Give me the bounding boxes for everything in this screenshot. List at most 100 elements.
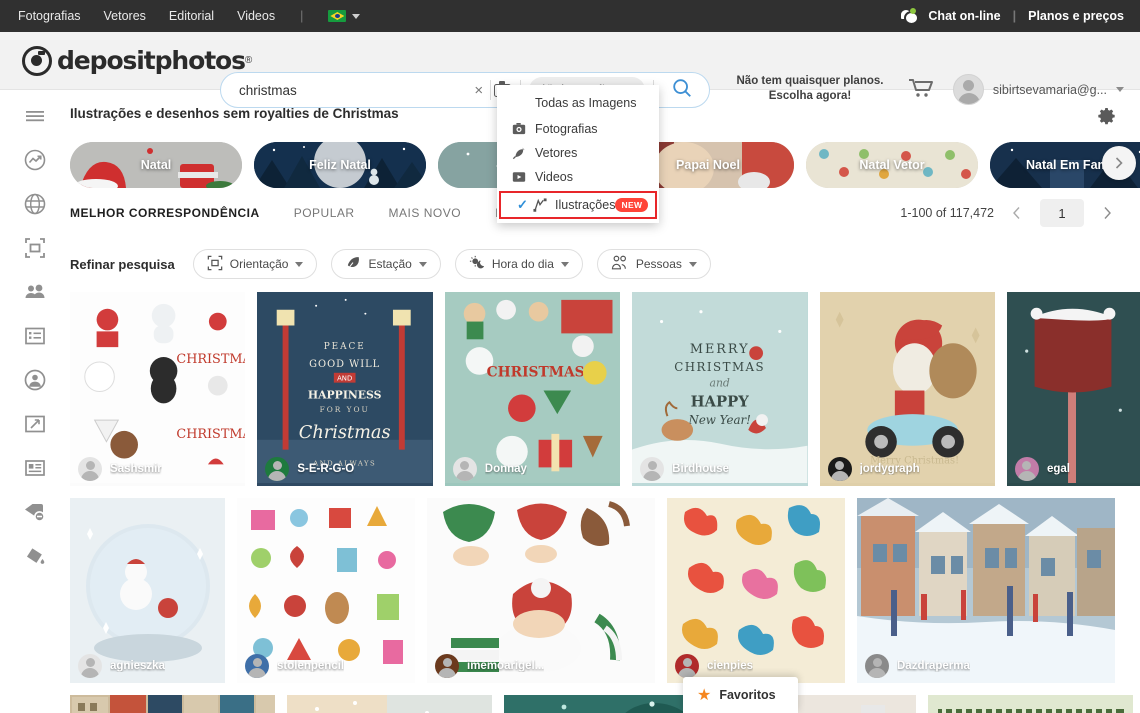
result-card[interactable]: [504, 695, 699, 713]
author-name[interactable]: S-E-R-G-O: [297, 463, 354, 475]
tab-mais-novo[interactable]: Mais novo: [389, 206, 462, 220]
author-name[interactable]: egal: [1047, 463, 1070, 475]
page-number[interactable]: 1: [1040, 199, 1084, 227]
svg-text:MERRY: MERRY: [690, 342, 750, 357]
topnav-vetores[interactable]: Vetores: [104, 9, 146, 23]
menu-item-fotografias[interactable]: Fotografias: [497, 117, 659, 141]
results-grid: CHRISTMAS CHRISTMAS Sashsmir: [70, 292, 1140, 713]
result-card[interactable]: Merry Christmas! jordygraph: [819, 292, 995, 486]
result-card[interactable]: [928, 695, 1133, 713]
next-page-button[interactable]: [1094, 200, 1120, 226]
topnav-fotografias[interactable]: Fotografias: [18, 9, 81, 23]
author-name[interactable]: agnieszka: [110, 660, 165, 672]
avatar: [675, 654, 699, 678]
prev-page-button[interactable]: [1004, 200, 1030, 226]
author-name[interactable]: Donnay: [485, 463, 527, 475]
svg-text:AND: AND: [338, 375, 353, 383]
card-artwork: [287, 695, 492, 713]
result-card[interactable]: egal: [1006, 292, 1140, 486]
refine-search-bar: Refinar pesquisa Orientação Estação Hora…: [70, 242, 711, 286]
tab-popular[interactable]: Popular: [294, 206, 355, 220]
result-card[interactable]: stolenpencil: [237, 498, 415, 683]
result-card[interactable]: [70, 695, 275, 713]
author-credit: agnieszka: [70, 649, 225, 683]
chevron-left-icon: [1013, 207, 1020, 219]
menu-item-ilustracoes[interactable]: ✓ Ilustrações NEW: [499, 191, 657, 219]
card-icon[interactable]: [23, 456, 47, 480]
result-card[interactable]: MERRY CHRISTMAS and HAPPY New Year! Bird…: [632, 292, 808, 486]
svg-text:CHRISTMAS: CHRISTMAS: [486, 365, 584, 381]
svg-text:Christmas: Christmas: [299, 423, 391, 443]
result-card[interactable]: imemoarigel...: [427, 498, 655, 683]
globe-icon[interactable]: [23, 192, 47, 216]
portrait-icon[interactable]: [23, 368, 47, 392]
author-name[interactable]: jordygraph: [860, 463, 920, 475]
filter-orientacao[interactable]: Orientação: [192, 249, 318, 279]
author-name[interactable]: cienpies: [707, 660, 753, 672]
pill-natal-vetor[interactable]: Natal Vetor: [806, 142, 978, 188]
result-card[interactable]: CHRISTMAS Donnay: [444, 292, 621, 486]
filter-estacao[interactable]: Estação: [331, 249, 441, 279]
right-separator: |: [1012, 9, 1017, 23]
author-name[interactable]: imemoarigel...: [467, 660, 544, 672]
people-icon[interactable]: [23, 280, 47, 304]
menu-hamburger-icon[interactable]: [23, 104, 47, 128]
author-name[interactable]: stolenpencil: [277, 660, 344, 672]
expand-icon[interactable]: [23, 412, 47, 436]
pen-icon: [511, 146, 527, 160]
result-card[interactable]: agnieszka: [70, 498, 225, 683]
results-row: agnieszka stolenpencil imemoarigel... ci…: [70, 498, 1140, 683]
menu-item-vetores[interactable]: Vetores: [497, 141, 659, 165]
filter-hora-do-dia[interactable]: Hora do dia: [454, 249, 583, 279]
illustration-icon: [533, 198, 547, 212]
trending-icon[interactable]: [23, 148, 47, 172]
pill-label: Natal Vetor: [859, 158, 925, 172]
favorites-popup[interactable]: ★ Favoritos: [683, 677, 798, 713]
search-input[interactable]: [221, 82, 451, 98]
refine-label: Refinar pesquisa: [70, 256, 175, 272]
menu-item-label: Vetores: [535, 146, 578, 160]
pill-natal[interactable]: Natal: [70, 142, 242, 188]
tag-off-icon[interactable]: [23, 500, 47, 524]
author-credit: Birdhouse: [632, 452, 807, 486]
author-credit: Sashsmir: [70, 452, 245, 486]
language-selector[interactable]: [328, 10, 361, 22]
menu-item-label: Ilustrações: [555, 198, 616, 212]
avatar: [245, 654, 269, 678]
clear-search-icon[interactable]: ×: [468, 82, 490, 99]
menu-item-videos[interactable]: Videos: [497, 165, 659, 189]
crop-icon[interactable]: [23, 236, 47, 260]
gear-icon[interactable]: [1097, 107, 1116, 131]
author-credit: Dazdraperma: [857, 649, 1115, 683]
chevron-down-icon: [352, 13, 361, 19]
logo[interactable]: depositphotos ®: [0, 45, 252, 76]
logo-text: depositphotos: [57, 46, 246, 75]
avatar: [865, 654, 889, 678]
topnav-editorial[interactable]: Editorial: [169, 9, 214, 23]
result-card[interactable]: PEACE GOOD WILL AND HAPPINESS FOR YOU Ch…: [257, 292, 433, 486]
topnav-videos[interactable]: Videos: [237, 9, 275, 23]
pills-next-button[interactable]: [1102, 146, 1136, 180]
search-icon[interactable]: [671, 77, 693, 104]
menu-item-todas-as-imagens[interactable]: Todas as Imagens: [497, 91, 659, 115]
people-icon: [611, 255, 629, 274]
avatar: [1014, 457, 1039, 481]
filter-pessoas[interactable]: Pessoas: [596, 249, 711, 279]
chevron-right-icon: [1104, 207, 1111, 219]
svg-text:PEACE: PEACE: [324, 342, 366, 352]
chat-online-link[interactable]: Chat on-line: [928, 9, 1000, 23]
result-card[interactable]: [287, 695, 492, 713]
avatar: [452, 457, 477, 481]
author-name[interactable]: Sashsmir: [110, 463, 162, 475]
list-icon[interactable]: [23, 324, 47, 348]
author-name[interactable]: Dazdraperma: [897, 660, 970, 672]
tab-melhor-correspondencia[interactable]: Melhor correspondência: [70, 206, 260, 220]
paint-bucket-icon[interactable]: [23, 544, 47, 568]
result-card[interactable]: cienpies: [667, 498, 845, 683]
result-card[interactable]: CHRISTMAS CHRISTMAS Sashsmir: [70, 292, 246, 486]
content-type-menu: Todas as Imagens Fotografias Vetores Vid…: [497, 85, 659, 223]
pill-feliz-natal[interactable]: Feliz Natal: [254, 142, 426, 188]
plans-pricing-link[interactable]: Planos e preços: [1028, 9, 1124, 23]
result-card[interactable]: Dazdraperma: [857, 498, 1115, 683]
author-name[interactable]: Birdhouse: [672, 463, 729, 475]
